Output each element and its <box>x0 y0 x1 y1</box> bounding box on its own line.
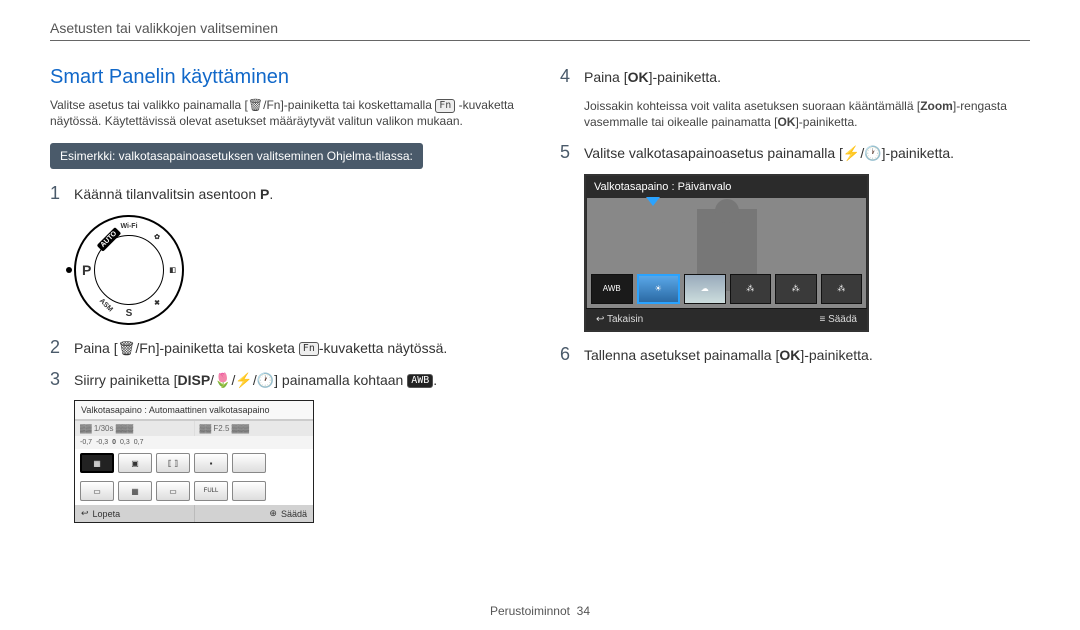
section-title: Smart Panelin käyttäminen <box>50 66 520 89</box>
page-footer: Perustoiminnot 34 <box>0 604 1080 618</box>
wb-thumb-row: AWB ☀ ☁ ⁂ ⁂ ⁂ <box>591 274 862 304</box>
aperture-readout: ▓▓ F2.5 ▓▓▓ <box>195 421 314 436</box>
dial-icon-1: ✿ <box>154 233 160 241</box>
wb-adjust-hint: ≡ Säädä <box>819 314 857 325</box>
step-5-text-b: ]-painiketta. <box>882 145 954 161</box>
step-4: 4 Paina [OK]-painiketta. <box>560 66 1030 88</box>
step-4-text-b: ]-painiketta. <box>649 69 721 85</box>
example-banner: Esimerkki: valkotasapainoasetuksen valit… <box>50 143 423 169</box>
option-9: FULL <box>194 481 228 501</box>
breadcrumb: Asetusten tai valikkojen valitseminen <box>50 20 1030 36</box>
step-3: 3 Siirry painiketta [DISP/🌷/⚡/🕐] painama… <box>50 369 520 391</box>
disp-label: DISP <box>177 372 210 388</box>
back-icon: ↩ <box>81 508 89 519</box>
step-2-text-b: ]-painiketta tai kosketa <box>156 340 299 356</box>
dial-mode-p: P <box>82 262 91 278</box>
option-4: ▪ <box>194 453 228 473</box>
option-awb: ▦ <box>80 453 114 473</box>
footer-page-number: 34 <box>577 604 590 618</box>
wb-back-hint: ↩ Takaisin <box>596 314 643 325</box>
left-column: Smart Panelin käyttäminen Valitse asetus… <box>50 66 520 523</box>
wb-preview-image: AWB ☀ ☁ ⁂ ⁂ ⁂ <box>587 198 866 308</box>
fn-key-icon-2: Fn <box>299 342 319 356</box>
mode-dial: P AUTO Wi-Fi ASM ✿ ◧ ✖ S <box>74 215 184 325</box>
dial-icon-3: ✖ <box>154 299 160 307</box>
option-row-1: ▦ ▣ ⟦ ⟧ ▪ <box>75 449 313 477</box>
step-1-number: 1 <box>50 183 64 204</box>
step-2: 2 Paina [🗑/Fn]-painiketta tai kosketa Fn… <box>50 337 520 359</box>
mode-p-label: P <box>260 186 269 202</box>
intro-text: Valitse asetus tai valikko painamalla [🗑… <box>50 97 520 129</box>
wb-thumb-cloudy: ☁ <box>684 274 726 304</box>
step-5-number: 5 <box>560 142 574 163</box>
selection-arrow-icon <box>646 197 660 206</box>
smart-panel-screenshot: Valkotasapaino : Automaattinen valkotasa… <box>74 400 314 523</box>
step-5-text-a: Valitse valkotasapainoasetus painamalla … <box>584 145 843 161</box>
adjust-icon-2: ≡ <box>819 314 825 325</box>
panel-exit-hint: ↩Lopeta <box>75 505 195 522</box>
shutter-readout: ▓▓ 1/30s ▓▓▓ <box>75 421 195 436</box>
step-4-number: 4 <box>560 66 574 87</box>
step-6-text-b: ]-painiketta. <box>800 347 872 363</box>
option-row-2: ▭ ▦ ▭ FULL <box>75 477 313 505</box>
dial-mode-wifi: Wi-Fi <box>120 223 137 230</box>
option-10 <box>232 481 266 501</box>
step-2-text-a: Paina [ <box>74 340 118 356</box>
fn-key-icon: Fn <box>435 99 455 113</box>
panel-adjust-hint: ⊕Säädä <box>195 505 314 522</box>
option-2: ▣ <box>118 453 152 473</box>
wb-thumb-6: ⁂ <box>821 274 863 304</box>
dial-icon-2: ◧ <box>169 266 176 274</box>
trash-fn-icon-2: 🗑/Fn <box>118 340 156 356</box>
mode-dial-figure: P AUTO Wi-Fi ASM ✿ ◧ ✖ S <box>74 215 520 325</box>
step-1-text-c: . <box>269 186 273 202</box>
zoom-label: Zoom <box>920 99 953 113</box>
step-6: 6 Tallenna asetukset painamalla [OK]-pai… <box>560 344 1030 366</box>
option-7: ▦ <box>118 481 152 501</box>
step-1: 1 Käännä tilanvalitsin asentoon P. <box>50 183 520 205</box>
step-1-text-a: Käännä tilanvalitsin asentoon <box>74 186 260 202</box>
header-rule <box>50 40 1030 41</box>
step-5: 5 Valitse valkotasapainoasetus painamall… <box>560 142 1030 164</box>
intro-part-a: Valitse asetus tai valikko painamalla [ <box>50 98 248 112</box>
wb-title: Valkotasapaino : Päivänvalo <box>586 176 867 198</box>
note-a: Joissakin kohteissa voit valita asetukse… <box>584 99 920 113</box>
dial-mode-s: S <box>126 308 133 319</box>
step-2-number: 2 <box>50 337 64 358</box>
flash-timer-icons: ⚡/🕐 <box>843 145 882 161</box>
step-4-note: Joissakin kohteissa voit valita asetukse… <box>584 98 1030 130</box>
step-3-text-b: ] painamalla kohtaan <box>274 372 407 388</box>
ev-scale: -0,7 -0,3 0 0,3 0,7 <box>75 436 313 449</box>
wb-preview-screenshot: Valkotasapaino : Päivänvalo AWB ☀ ☁ ⁂ ⁂ … <box>584 174 869 332</box>
ok-label-2: OK <box>777 115 795 129</box>
option-8: ▭ <box>156 481 190 501</box>
step-6-number: 6 <box>560 344 574 365</box>
step-4-text-a: Paina [ <box>584 69 628 85</box>
option-5 <box>232 453 266 473</box>
option-3: ⟦ ⟧ <box>156 453 190 473</box>
step-3-number: 3 <box>50 369 64 390</box>
ok-label-3: OK <box>779 347 800 363</box>
trash-fn-icon: 🗑/Fn <box>248 98 281 112</box>
dial-indicator-dot <box>66 267 72 273</box>
step-2-text-c: -kuvaketta näytössä. <box>319 340 447 356</box>
adjust-icon: ⊕ <box>269 508 277 519</box>
right-column: 4 Paina [OK]-painiketta. Joissakin kohte… <box>560 66 1030 523</box>
wb-thumb-daylight: ☀ <box>637 274 681 304</box>
step-3-text-a: Siirry painiketta [ <box>74 372 177 388</box>
note-c: ]-painiketta. <box>795 115 857 129</box>
option-6: ▭ <box>80 481 114 501</box>
wb-thumb-5: ⁂ <box>775 274 817 304</box>
nav-icons: /🌷/⚡/🕐 <box>210 372 274 388</box>
wb-thumb-4: ⁂ <box>730 274 772 304</box>
step-6-text-a: Tallenna asetukset painamalla [ <box>584 347 779 363</box>
step-3-text-c: . <box>433 372 437 388</box>
panel-title: Valkotasapaino : Automaattinen valkotasa… <box>75 401 313 421</box>
footer-section: Perustoiminnot <box>490 604 570 618</box>
awb-chip-icon: AWB <box>407 374 433 388</box>
wb-thumb-awb: AWB <box>591 274 633 304</box>
ok-label-1: OK <box>628 69 649 85</box>
back-icon-2: ↩ <box>596 314 604 325</box>
intro-part-b: ]-painiketta tai koskettamalla <box>280 98 435 112</box>
